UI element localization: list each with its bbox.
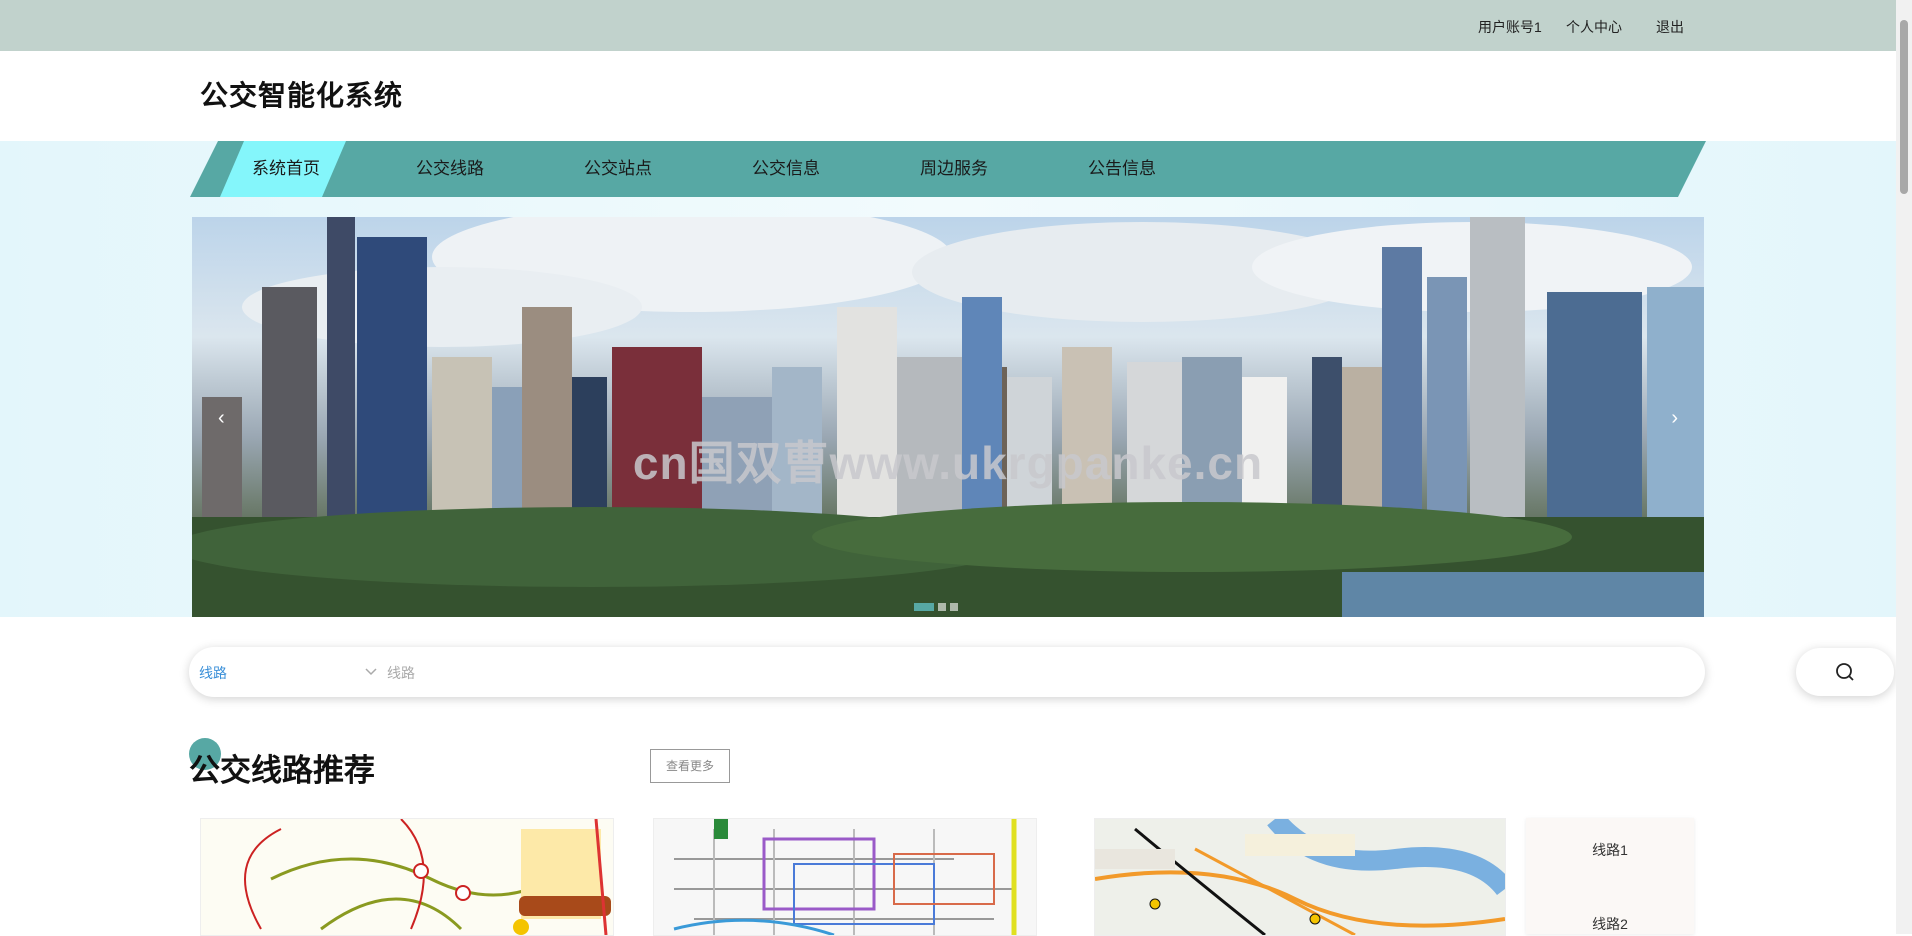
route-map-image	[1095, 819, 1505, 935]
banner-indicator-2[interactable]	[938, 603, 946, 611]
section-title: 公交线路推荐	[189, 753, 375, 788]
banner-indicator-1[interactable]	[914, 603, 934, 611]
user-account-link[interactable]: 用户账号1	[1478, 17, 1542, 37]
nav-item-notices[interactable]: 公告信息	[1072, 141, 1172, 197]
nav-item-stations[interactable]: 公交站点	[568, 141, 668, 197]
route-map-image	[673, 819, 1017, 935]
route-map-image	[244, 819, 611, 935]
view-more-button[interactable]: 查看更多	[650, 749, 730, 783]
city-skyline-image	[192, 217, 1704, 617]
top-bar: 用户账号1 个人中心 退出	[0, 0, 1896, 51]
scrollbar-thumb[interactable]	[1900, 20, 1908, 194]
banner-prev-arrow[interactable]: ‹	[218, 407, 225, 430]
search-icon	[1836, 663, 1854, 681]
nav-item-bus-info[interactable]: 公交信息	[736, 141, 836, 197]
profile-link[interactable]: 个人中心	[1566, 17, 1622, 37]
chevron-down-icon[interactable]	[364, 659, 378, 688]
site-title: 公交智能化系统	[200, 80, 404, 111]
search-bar: 线路	[189, 647, 1705, 699]
route-list: 线路1 线路2	[1526, 818, 1694, 934]
search-type-select[interactable]: 线路	[199, 663, 227, 683]
route-card-3[interactable]	[1094, 818, 1506, 936]
banner-indicator-3[interactable]	[950, 603, 958, 611]
main-nav: 系统首页 公交线路 公交站点 公交信息 周边服务 公告信息	[190, 141, 1706, 197]
page-scrollbar[interactable]	[1896, 0, 1912, 934]
logout-link[interactable]: 退出	[1656, 17, 1684, 37]
nav-item-nearby[interactable]: 周边服务	[904, 141, 1004, 197]
route-list-item-2[interactable]: 线路2	[1526, 914, 1694, 934]
banner-next-arrow[interactable]: ›	[1671, 407, 1678, 430]
search-button[interactable]	[1796, 648, 1894, 696]
banner-indicators	[914, 603, 958, 611]
nav-item-home[interactable]: 系统首页	[246, 141, 326, 197]
banner-watermark: cn国双曹www.ukrgpanke.cn	[632, 437, 1264, 489]
route-card-2[interactable]	[653, 818, 1037, 936]
nav-item-routes[interactable]: 公交线路	[400, 141, 500, 197]
search-input[interactable]	[385, 647, 1689, 699]
banner-carousel[interactable]: cn国双曹www.ukrgpanke.cn ‹ ›	[192, 217, 1704, 617]
route-list-item-1[interactable]: 线路1	[1526, 840, 1694, 860]
route-card-1[interactable]	[200, 818, 614, 936]
